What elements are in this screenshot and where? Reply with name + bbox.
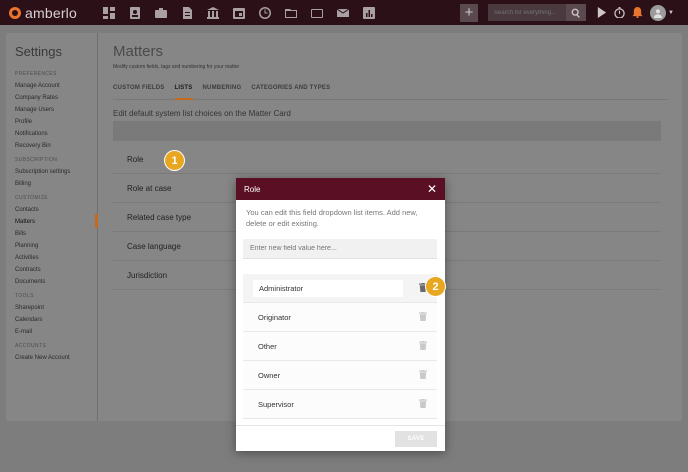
- new-field-value-input[interactable]: [243, 239, 437, 259]
- mail-icon[interactable]: [330, 0, 356, 25]
- sidebar-item-contacts[interactable]: Contacts: [15, 204, 70, 216]
- sidebar-item-activities[interactable]: Activities: [15, 252, 70, 264]
- sidebar-item-planning[interactable]: Planning: [15, 240, 70, 252]
- list-header: [113, 121, 661, 141]
- sidebar-section-heading: ACCOUNTS: [15, 343, 47, 349]
- documents-icon[interactable]: [174, 0, 200, 25]
- sidebar-title: Settings: [15, 44, 62, 59]
- sidebar-item-bills[interactable]: Bills: [15, 228, 70, 240]
- files-icon[interactable]: [304, 0, 330, 25]
- sidebar-item-create-new-account[interactable]: Create New Account: [15, 352, 70, 364]
- sidebar-item-contracts[interactable]: Contracts: [15, 264, 70, 276]
- item-label: Originator: [258, 312, 291, 322]
- user-icon: [653, 8, 663, 18]
- list-item[interactable]: Administrator: [243, 274, 437, 303]
- chevron-down-icon[interactable]: ▼: [668, 10, 674, 16]
- list-item[interactable]: Originator: [243, 303, 437, 332]
- role-items-list: Administrator Originator Other Owner Sup…: [243, 274, 437, 419]
- sidebar-item-company-rates[interactable]: Company Rates: [15, 92, 70, 104]
- timesheet-icon[interactable]: [252, 0, 278, 25]
- folder-icon[interactable]: [278, 0, 304, 25]
- modal-header: Role ✕: [236, 178, 445, 200]
- modal-footer: SAVE: [236, 425, 445, 451]
- sidebar-item-sharepoint[interactable]: Sharepoint: [15, 302, 70, 314]
- sidebar-section-heading: PREFERENCES: [15, 71, 57, 77]
- page-subtitle: Modify custom fields, tags and numbering…: [113, 64, 240, 70]
- list-item-role[interactable]: Role: [113, 145, 661, 174]
- topbar-right: + ▼: [460, 0, 688, 25]
- matters-icon[interactable]: [148, 0, 174, 25]
- sidebar-menu: PREFERENCES Manage Account Company Rates…: [15, 66, 70, 364]
- trash-icon[interactable]: [419, 398, 427, 410]
- close-icon[interactable]: ✕: [427, 183, 437, 195]
- top-navigation-bar: amberlo + ▼: [0, 0, 688, 25]
- sidebar-item-subscription-settings[interactable]: Subscription settings: [15, 166, 70, 178]
- modal-description: You can edit this field dropdown list it…: [246, 208, 418, 228]
- trash-icon[interactable]: [419, 369, 427, 381]
- step-badge-2: 2: [426, 277, 445, 296]
- sidebar-item-calendars[interactable]: Calendars: [15, 314, 70, 326]
- stopwatch-icon: [613, 7, 625, 18]
- item-label: Supervisor: [258, 399, 294, 409]
- sidebar-item-recovery-bin[interactable]: Recovery Bin: [15, 140, 70, 152]
- calendar-icon[interactable]: [226, 0, 252, 25]
- list-item[interactable]: Supervisor: [243, 390, 437, 419]
- sidebar-section-heading: SUBSCRIPTION: [15, 157, 58, 163]
- item-label: Owner: [258, 370, 281, 380]
- tab-lists[interactable]: LISTS: [174, 77, 193, 100]
- sidebar-section-heading: CUSTOMIZE: [15, 195, 48, 201]
- sidebar-section-heading: TOOLS: [15, 293, 34, 299]
- sidebar-item-notifications[interactable]: Notifications: [15, 128, 70, 140]
- dashboard-icon[interactable]: [96, 0, 122, 25]
- search-button[interactable]: [566, 4, 587, 21]
- bell-icon: [632, 7, 643, 18]
- billing-icon[interactable]: [200, 0, 226, 25]
- role-edit-modal: Role ✕ You can edit this field dropdown …: [236, 178, 445, 451]
- add-new-button[interactable]: +: [460, 3, 479, 22]
- settings-sidebar: Settings PREFERENCES Manage Account Comp…: [6, 33, 98, 421]
- sidebar-item-manage-users[interactable]: Manage Users: [15, 104, 70, 116]
- notifications-button[interactable]: [628, 0, 646, 25]
- tab-custom-fields[interactable]: CUSTOM FIELDS: [113, 77, 165, 100]
- search-icon: [571, 8, 580, 18]
- sidebar-item-matters[interactable]: Matters: [15, 216, 70, 228]
- play-icon: [597, 7, 606, 18]
- sidebar-item-manage-account[interactable]: Manage Account: [15, 80, 70, 92]
- modal-title: Role: [244, 184, 261, 194]
- active-item-marker: [95, 214, 98, 228]
- sidebar-item-profile[interactable]: Profile: [15, 116, 70, 128]
- item-edit-field[interactable]: Administrator: [253, 279, 403, 297]
- play-timer-button[interactable]: [592, 0, 610, 25]
- list-item[interactable]: Other: [243, 332, 437, 361]
- stopwatch-button[interactable]: [610, 0, 628, 25]
- save-button[interactable]: SAVE: [395, 431, 437, 447]
- tab-numbering[interactable]: NUMBERING: [203, 77, 242, 100]
- step-badge-1: 1: [165, 151, 184, 170]
- trash-icon[interactable]: [419, 340, 427, 352]
- sidebar-item-email[interactable]: E-mail: [15, 326, 70, 338]
- trash-icon[interactable]: [419, 311, 427, 323]
- module-nav: [96, 0, 382, 25]
- logo-text: amberlo: [25, 4, 77, 21]
- tab-categories-and-types[interactable]: CATEGORIES AND TYPES: [251, 77, 330, 100]
- reports-icon[interactable]: [356, 0, 382, 25]
- user-avatar[interactable]: [650, 4, 667, 21]
- amberlo-logo-icon: [9, 6, 21, 19]
- sidebar-item-documents[interactable]: Documents: [15, 276, 70, 288]
- page-title: Matters: [113, 43, 164, 60]
- contacts-icon[interactable]: [122, 0, 148, 25]
- list-item[interactable]: Owner: [243, 361, 437, 390]
- lists-description: Edit default system list choices on the …: [113, 109, 291, 118]
- settings-tabs: CUSTOM FIELDS LISTS NUMBERING CATEGORIES…: [113, 77, 668, 100]
- item-label: Other: [258, 341, 277, 351]
- app-logo[interactable]: amberlo: [9, 5, 89, 21]
- sidebar-item-billing[interactable]: Billing: [15, 178, 70, 190]
- global-search-input[interactable]: [488, 4, 567, 21]
